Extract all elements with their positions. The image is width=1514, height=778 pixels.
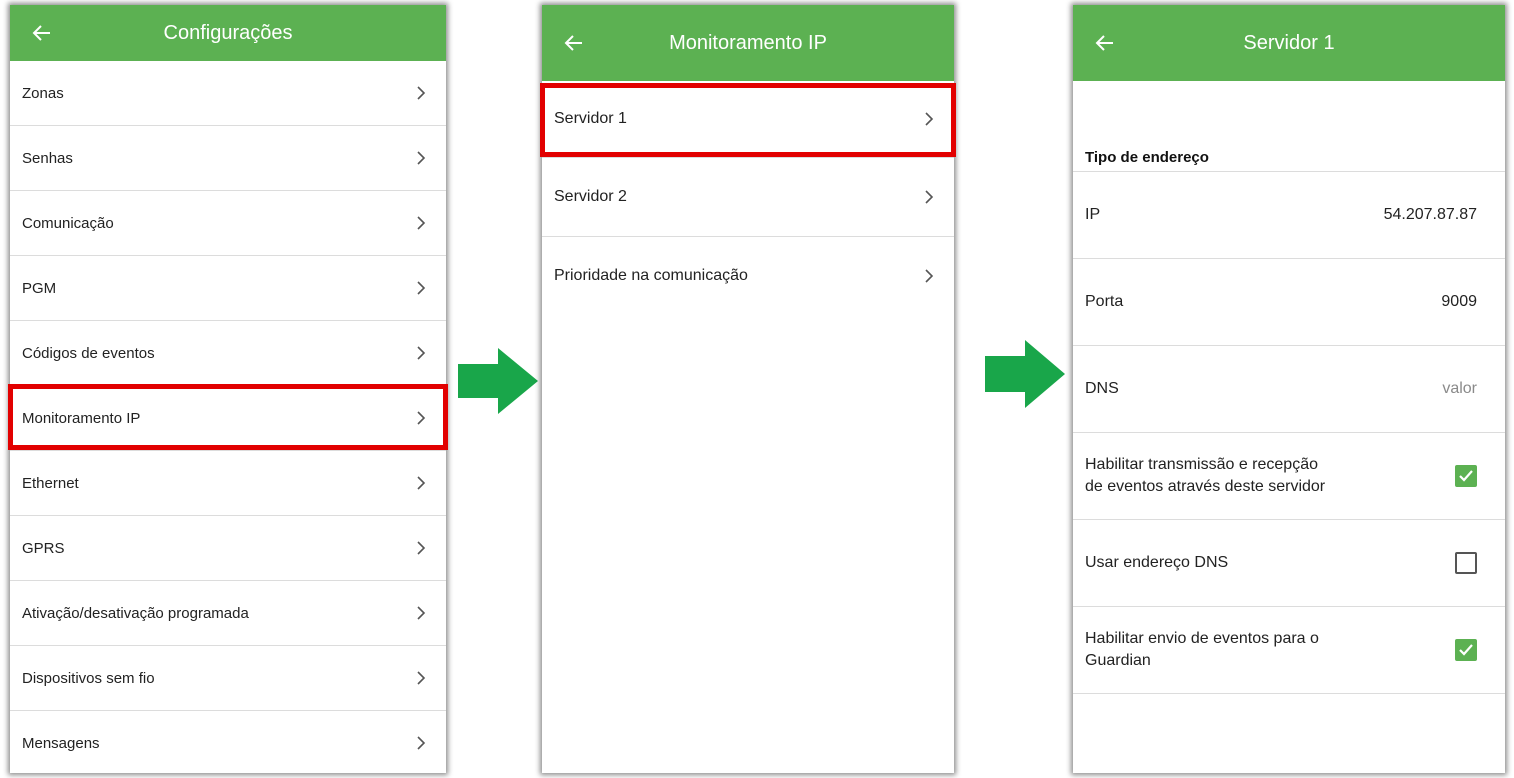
screen-configuracoes: Configurações Zonas Senhas Comunicação P…: [10, 5, 446, 773]
list-item-dispositivos-sem-fio[interactable]: Dispositivos sem fio: [10, 646, 446, 711]
chevron-right-icon: [922, 112, 936, 126]
list-item-label: Ativação/desativação programada: [22, 604, 249, 622]
label-line: Guardian: [1085, 652, 1151, 669]
checkbox-label: Usar endereço DNS: [1085, 554, 1229, 571]
app-bar: Servidor 1: [1073, 5, 1505, 81]
checkbox-row-guardian[interactable]: Habilitar envio de eventos para o Guardi…: [1073, 607, 1505, 694]
list-item-prioridade[interactable]: Prioridade na comunicação: [542, 237, 954, 315]
server-settings-list: IP 54.207.87.87 Porta 9009 DNS valor Hab…: [1073, 172, 1505, 694]
section-title: Tipo de endereço: [1085, 149, 1209, 166]
list-item-gprs[interactable]: GPRS: [10, 516, 446, 581]
list-item-comunicacao[interactable]: Comunicação: [10, 191, 446, 256]
list-item-label: Comunicação: [22, 214, 114, 232]
screen-monitoramento-ip: Monitoramento IP Servidor 1 Servidor 2 P…: [542, 5, 954, 773]
chevron-right-icon: [414, 606, 428, 620]
arrow-right-icon: [985, 340, 1065, 408]
dns-input[interactable]: valor: [1442, 380, 1477, 398]
checkbox-row-transmissao[interactable]: Habilitar transmissão e recepção de even…: [1073, 433, 1505, 520]
list-item-monitoramento-ip[interactable]: Monitoramento IP: [10, 386, 446, 451]
label-line: de eventos através deste servidor: [1085, 478, 1326, 495]
list-item-label: Monitoramento IP: [22, 409, 141, 427]
list-item-label: GPRS: [22, 539, 65, 557]
checkbox-unchecked[interactable]: [1455, 552, 1477, 574]
checkbox-row-usar-dns[interactable]: Usar endereço DNS: [1073, 520, 1505, 607]
list-item-label: Zonas: [22, 84, 64, 102]
chevron-right-icon: [414, 671, 428, 685]
list-item-mensagens[interactable]: Mensagens: [10, 711, 446, 773]
page-title: Servidor 1: [1243, 31, 1335, 54]
ip-row[interactable]: IP 54.207.87.87: [1073, 172, 1505, 259]
chevron-right-icon: [414, 281, 428, 295]
chevron-right-icon: [414, 736, 428, 750]
list-item-label: Servidor 1: [554, 110, 627, 127]
app-bar: Monitoramento IP: [542, 5, 954, 81]
checkbox-label: Habilitar transmissão e recepção de even…: [1085, 454, 1325, 498]
list-item-label: Dispositivos sem fio: [22, 669, 155, 687]
chevron-right-icon: [414, 86, 428, 100]
chevron-right-icon: [414, 346, 428, 360]
page-title: Monitoramento IP: [669, 31, 827, 54]
chevron-right-icon: [414, 411, 428, 425]
list-item-label: Ethernet: [22, 474, 79, 492]
list-item-servidor-1[interactable]: Servidor 1: [542, 81, 954, 158]
chevron-right-icon: [414, 541, 428, 555]
chevron-right-icon: [414, 216, 428, 230]
check-icon: [1459, 470, 1473, 482]
chevron-right-icon: [414, 476, 428, 490]
settings-list: Zonas Senhas Comunicação PGM Códigos de …: [10, 61, 446, 773]
list-item-label: Mensagens: [22, 734, 100, 752]
chevron-right-icon: [922, 269, 936, 283]
list-item-pgm[interactable]: PGM: [10, 256, 446, 321]
dns-label: DNS: [1085, 380, 1119, 397]
label-line: Habilitar transmissão e recepção: [1085, 456, 1318, 473]
dns-row[interactable]: DNS valor: [1073, 346, 1505, 433]
list-item-zonas[interactable]: Zonas: [10, 61, 446, 126]
ip-value[interactable]: 54.207.87.87: [1384, 206, 1477, 224]
porta-value[interactable]: 9009: [1441, 293, 1477, 311]
screen-servidor-1: Servidor 1 Tipo de endereço IP 54.207.87…: [1073, 5, 1505, 773]
server-list: Servidor 1 Servidor 2 Prioridade na comu…: [542, 81, 954, 315]
list-item-label: Prioridade na comunicação: [554, 267, 748, 284]
list-item-label: Códigos de eventos: [22, 344, 155, 362]
list-item-label: Senhas: [22, 149, 73, 167]
porta-row[interactable]: Porta 9009: [1073, 259, 1505, 346]
arrow-right-icon: [458, 348, 538, 414]
page-title: Configurações: [163, 21, 293, 44]
list-item-codigos-eventos[interactable]: Códigos de eventos: [10, 321, 446, 386]
list-item-servidor-2[interactable]: Servidor 2: [542, 158, 954, 237]
list-item-senhas[interactable]: Senhas: [10, 126, 446, 191]
label-line: Habilitar envio de eventos para o: [1085, 630, 1319, 647]
list-item-ativacao-programada[interactable]: Ativação/desativação programada: [10, 581, 446, 646]
list-item-label: Servidor 2: [554, 188, 627, 205]
check-icon: [1459, 644, 1473, 656]
ip-label: IP: [1085, 206, 1101, 223]
list-item-ethernet[interactable]: Ethernet: [10, 451, 446, 516]
checkbox-checked[interactable]: [1455, 465, 1477, 487]
app-bar: Configurações: [10, 5, 446, 61]
list-item-label: PGM: [22, 279, 57, 297]
chevron-right-icon: [922, 190, 936, 204]
chevron-right-icon: [414, 151, 428, 165]
checkbox-label: Habilitar envio de eventos para o Guardi…: [1085, 628, 1319, 672]
checkbox-checked[interactable]: [1455, 639, 1477, 661]
porta-label: Porta: [1085, 293, 1124, 310]
